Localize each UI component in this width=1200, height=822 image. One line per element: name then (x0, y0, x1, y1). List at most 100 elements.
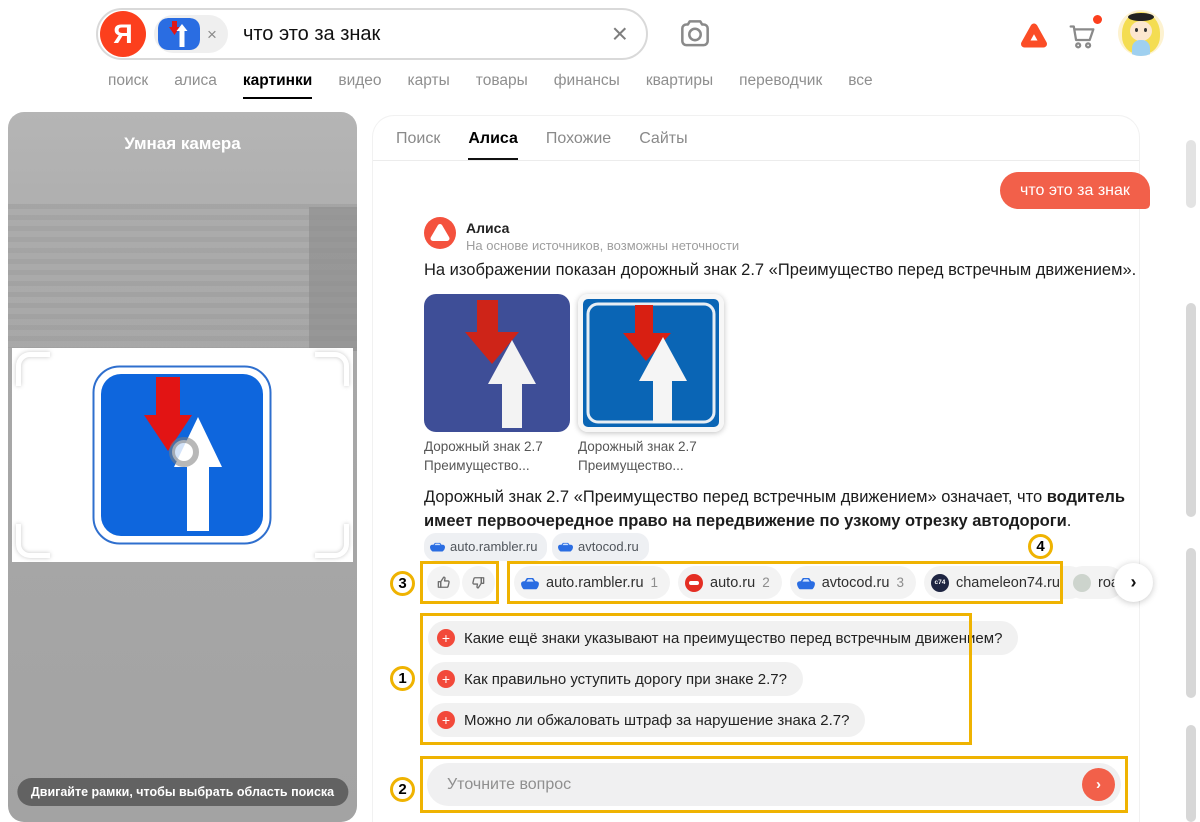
cart-icon[interactable] (1064, 18, 1100, 52)
smart-camera-panel: Умная камера Двигайте рамки, чтобы выбра… (8, 112, 357, 822)
user-avatar[interactable] (1118, 10, 1164, 56)
yandex-logo[interactable]: Я (100, 11, 146, 57)
annotation-circle-1: 1 (390, 666, 415, 691)
tab-similar[interactable]: Похожие (546, 130, 611, 161)
thumbs-down-button[interactable] (462, 566, 495, 599)
caption-line: Дорожный знак 2.7 (424, 437, 574, 456)
inline-source-chip[interactable]: avtocod.ru (552, 533, 649, 561)
scrollbar-segment[interactable] (1186, 725, 1196, 822)
caption-line: Дорожный знак 2.7 (578, 437, 728, 456)
c74-favicon-icon: c74 (931, 574, 949, 592)
source-chip-avtocod[interactable]: avtocod.ru 3 (790, 566, 916, 599)
source-chip-auto-ru[interactable]: auto.ru 2 (678, 566, 782, 599)
car-favicon-icon (430, 541, 445, 553)
remove-image-icon[interactable]: × (207, 26, 217, 43)
nav-flats[interactable]: квартиры (646, 72, 713, 99)
suggestion-text: Какие ещё знаки указывают на преимуществ… (464, 630, 1002, 647)
nav-translate[interactable]: переводчик (739, 72, 822, 99)
crop-handle-bottom-left[interactable] (16, 524, 50, 558)
suggestion-pill-1[interactable]: + Какие ещё знаки указывают на преимущес… (428, 621, 1018, 655)
suggestion-pill-2[interactable]: + Как правильно уступить дорогу при знак… (428, 662, 803, 696)
nav-goods[interactable]: товары (476, 72, 528, 99)
scrollbar-thumb[interactable] (1186, 303, 1196, 517)
send-button[interactable]: › (1082, 768, 1115, 801)
image-query-chip[interactable]: × (154, 15, 228, 53)
nav-alisa[interactable]: алиса (174, 72, 217, 99)
crop-selection-area[interactable] (12, 348, 353, 562)
result-image-2[interactable] (578, 294, 724, 432)
dimmed-photo-background (8, 204, 357, 348)
followup-input[interactable]: Уточните вопрос › (427, 763, 1121, 806)
car-favicon-icon (521, 574, 539, 592)
inline-source-chip[interactable]: auto.rambler.ru (424, 533, 547, 561)
chevron-right-icon: › (1131, 572, 1137, 593)
plus-icon: + (437, 629, 455, 647)
avatar-face (1130, 21, 1152, 41)
send-arrow-icon: › (1096, 776, 1101, 793)
nav-all[interactable]: все (848, 72, 872, 99)
nav-images[interactable]: картинки (243, 72, 312, 99)
answer-lead-text: На изображении показан дорожный знак 2.7… (424, 261, 1140, 280)
sources-scroll-right-button[interactable]: › (1114, 563, 1153, 602)
source-domain: chameleon74.ru (956, 575, 1060, 591)
source-rank: 1 (651, 575, 659, 590)
source-rank: 2 (762, 575, 770, 590)
nav-finance[interactable]: финансы (554, 72, 620, 99)
auto-ru-favicon-icon (685, 574, 703, 592)
result-image-1[interactable] (424, 294, 570, 432)
clear-search-icon[interactable]: × (612, 20, 628, 48)
crop-handle-top-left[interactable] (16, 352, 50, 386)
tab-alisa[interactable]: Алиса (468, 130, 518, 161)
nav-search[interactable]: поиск (108, 72, 148, 99)
road-sign-2-7-image[interactable] (92, 365, 272, 545)
answer-text: Дорожный знак 2.7 «Преимущество перед вс… (424, 488, 1047, 506)
camera-hint-tooltip: Двигайте рамки, чтобы выбрать область по… (17, 778, 348, 806)
source-chip-auto-rambler[interactable]: auto.rambler.ru 1 (514, 566, 670, 599)
assistant-name: Алиса (466, 220, 509, 236)
search-input[interactable]: что это за знак (243, 23, 380, 46)
yandex-logo-letter: Я (113, 19, 132, 50)
avatar-dress (1132, 40, 1150, 56)
thumbs-up-icon (434, 573, 453, 592)
suggestion-pill-3[interactable]: + Можно ли обжаловать штраф за нарушение… (428, 703, 865, 737)
services-nav: поиск алиса картинки видео карты товары … (108, 72, 873, 99)
user-message-bubble: что это за знак (1000, 172, 1150, 209)
thumbs-down-icon (469, 573, 488, 592)
scrollbar-segment[interactable] (1186, 548, 1196, 698)
crop-handle-bottom-right[interactable] (315, 524, 349, 558)
results-tabs: Поиск Алиса Похожие Сайты (396, 130, 688, 161)
plus-icon: + (437, 670, 455, 688)
crop-handle-top-right[interactable] (315, 352, 349, 386)
nav-video[interactable]: видео (338, 72, 381, 99)
nav-maps[interactable]: карты (408, 72, 450, 99)
assistant-disclaimer: На основе источников, возможны неточност… (466, 238, 739, 253)
tab-sites[interactable]: Сайты (639, 130, 687, 161)
source-domain: avtocod.ru (822, 575, 890, 591)
scrollbar-segment[interactable] (1186, 140, 1196, 208)
generic-favicon-icon (1073, 574, 1091, 592)
caption-line: Преимущество... (578, 456, 728, 475)
avatar-eye-left (1135, 28, 1138, 32)
plus-icon: + (437, 711, 455, 729)
answer-text: . (1067, 512, 1072, 530)
caption-line: Преимущество... (424, 456, 574, 475)
source-rank: 3 (896, 575, 904, 590)
thumbs-up-button[interactable] (427, 566, 460, 599)
crop-drag-handle (172, 440, 196, 464)
search-bar[interactable]: Я × что это за знак × (96, 8, 648, 60)
tab-search[interactable]: Поиск (396, 130, 440, 161)
cart-badge-dot (1093, 15, 1102, 24)
image-caption-2[interactable]: Дорожный знак 2.7 Преимущество... (578, 437, 728, 475)
avatar-eye-right (1144, 28, 1147, 32)
sign-thumbnail-icon (158, 18, 200, 50)
alisa-icon[interactable] (1018, 20, 1050, 52)
source-domain: auto.rambler.ru (546, 575, 644, 591)
car-favicon-icon (558, 541, 573, 553)
smart-camera-icon[interactable] (676, 15, 714, 53)
image-caption-1[interactable]: Дорожный знак 2.7 Преимущество... (424, 437, 574, 475)
annotation-circle-3: 3 (390, 571, 415, 596)
source-chip-chameleon74[interactable]: c74 chameleon74.ru 4 (924, 566, 1087, 599)
source-domain: auto.ru (710, 575, 755, 591)
camera-panel-title: Умная камера (8, 134, 357, 154)
tabs-divider (373, 160, 1139, 161)
